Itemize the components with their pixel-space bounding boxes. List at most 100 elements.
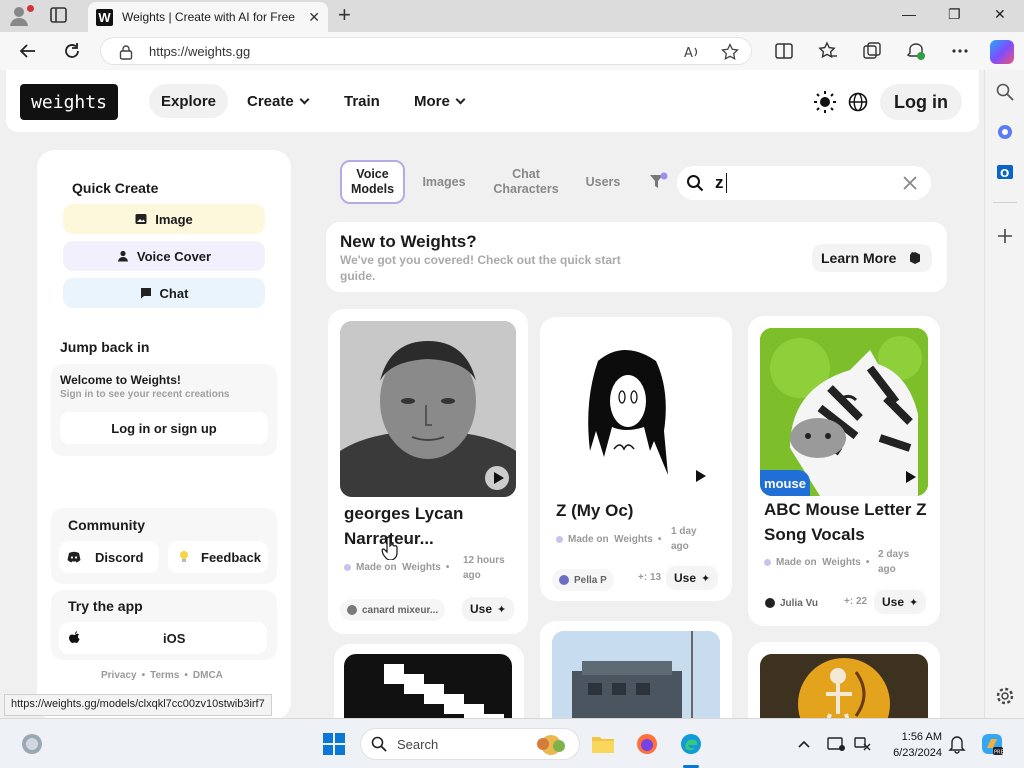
refresh-icon[interactable]	[62, 41, 82, 61]
notification-bell-icon[interactable]	[948, 732, 966, 756]
file-explorer-icon[interactable]	[591, 732, 615, 756]
model-thumbnail[interactable]	[760, 654, 928, 718]
footer-links: Privacy • Terms • DMCA	[101, 670, 223, 681]
play-icon[interactable]	[687, 464, 711, 488]
extensions-icon[interactable]	[906, 41, 926, 61]
quick-create-chat-button[interactable]: Chat	[63, 278, 265, 308]
globe-language-icon[interactable]	[848, 92, 868, 112]
lock-icon[interactable]	[119, 44, 133, 60]
profile-icon[interactable]	[8, 4, 34, 28]
model-card[interactable]	[748, 642, 940, 718]
login-signup-button[interactable]: Log in or sign up	[60, 412, 268, 444]
play-icon[interactable]	[485, 466, 509, 490]
tab-users[interactable]: Users	[578, 160, 628, 204]
status-dot	[556, 536, 563, 543]
copilot-taskbar-icon[interactable]: PRE	[980, 732, 1004, 756]
split-screen-icon[interactable]	[774, 41, 794, 61]
model-thumbnail[interactable]	[554, 331, 718, 495]
minimize-icon[interactable]: —	[902, 6, 916, 22]
quick-create-image-button[interactable]: Image	[63, 204, 265, 234]
time-line: ago	[878, 564, 896, 575]
model-card[interactable]: Z (My Oc) Made on Weights • 1 day ago Pell…	[540, 317, 732, 601]
maximize-icon[interactable]: ❐	[948, 6, 961, 23]
feedback-button[interactable]: Feedback	[168, 541, 268, 573]
network-icon[interactable]	[852, 732, 872, 756]
close-window-icon[interactable]: ✕	[994, 6, 1006, 23]
learn-more-button[interactable]: Learn More	[812, 244, 932, 272]
browser-tab-bar: W Weights | Create with AI for Free ✕ + …	[0, 0, 1024, 32]
model-card[interactable]	[540, 621, 732, 718]
chevron-up-icon[interactable]	[795, 732, 813, 756]
system-clock[interactable]: 1:56 AM 6/23/2024	[884, 729, 942, 761]
login-button[interactable]: Log in	[880, 84, 962, 120]
firefox-icon[interactable]	[635, 732, 659, 756]
address-bar[interactable]: https://weights.gg A	[100, 37, 752, 65]
nav-more[interactable]: More	[402, 84, 476, 118]
dmca-link[interactable]: DMCA	[193, 670, 223, 681]
model-time: 12 hours ago	[463, 553, 505, 583]
ios-app-button[interactable]: iOS	[59, 622, 267, 654]
quick-create-title: Quick Create	[72, 180, 159, 196]
tab-chat-characters[interactable]: Chat Characters	[483, 160, 569, 204]
nav-create[interactable]: Create	[235, 84, 320, 118]
use-button[interactable]: Use ✦	[462, 597, 515, 621]
model-card[interactable]: georges Lycan Narrateur... Made on Weight…	[328, 309, 528, 634]
search-input[interactable]: z	[677, 166, 931, 200]
use-button[interactable]: Use ✦	[874, 590, 927, 614]
privacy-link[interactable]: Privacy	[101, 670, 137, 681]
nav-train[interactable]: Train	[332, 84, 392, 118]
filter-icon[interactable]	[648, 172, 668, 192]
author-chip[interactable]: canard mixeur...	[340, 599, 446, 621]
sparkle-icon: ✦	[497, 603, 507, 616]
favorite-star-icon[interactable]	[721, 43, 739, 61]
model-card[interactable]	[334, 644, 524, 718]
url-text[interactable]: https://weights.gg	[149, 44, 250, 59]
collections-icon[interactable]	[862, 41, 882, 61]
made-on-label: Made on	[356, 562, 397, 573]
edge-browser-icon[interactable]	[679, 732, 703, 756]
chevron-down-icon	[299, 94, 310, 104]
tab-images[interactable]: Images	[412, 160, 476, 204]
author-chip[interactable]: Julia Vu	[758, 592, 825, 614]
search-icon[interactable]	[995, 82, 1015, 102]
taskbar-search-input[interactable]: Search	[360, 728, 580, 760]
copilot-apps-icon[interactable]	[995, 122, 1015, 142]
add-icon[interactable]	[995, 226, 1015, 246]
favorites-icon[interactable]	[818, 41, 838, 61]
clear-search-icon[interactable]	[902, 175, 918, 191]
model-thumbnail[interactable]	[344, 654, 512, 718]
back-icon[interactable]	[18, 41, 38, 61]
outlook-icon[interactable]: O	[995, 162, 1015, 182]
weather-widget-icon[interactable]	[20, 732, 44, 756]
model-thumbnail[interactable]	[552, 631, 720, 718]
more-menu-icon[interactable]	[950, 41, 970, 61]
platform-label: Weights	[614, 534, 653, 545]
usage-count: +: 13	[638, 572, 662, 583]
sidebar-divider	[993, 202, 1017, 203]
terms-link[interactable]: Terms	[150, 670, 179, 681]
model-thumbnail[interactable]	[340, 321, 516, 497]
sun-theme-icon[interactable]	[814, 91, 836, 113]
model-card[interactable]: mouse ABC Mouse Letter Z Song Vocals Made…	[748, 316, 940, 626]
usage-count-value: 22	[855, 596, 868, 607]
logo[interactable]: weights	[20, 84, 118, 120]
discord-button[interactable]: Discord	[59, 541, 159, 573]
tab-voice-models[interactable]: Voice Models	[340, 160, 405, 204]
nav-explore-label: Explore	[161, 92, 217, 110]
model-thumbnail[interactable]: mouse	[760, 328, 928, 496]
settings-gear-icon[interactable]	[995, 686, 1015, 706]
author-chip[interactable]: Pella P	[552, 569, 614, 591]
read-aloud-icon[interactable]: A	[683, 43, 701, 61]
display-icon[interactable]	[826, 732, 846, 756]
windows-start-icon[interactable]	[322, 732, 346, 756]
tab-close-icon[interactable]: ✕	[308, 9, 320, 26]
quick-create-voice-cover-button[interactable]: Voice Cover	[63, 241, 265, 271]
made-on-label: Made on	[776, 557, 817, 568]
new-tab-icon[interactable]: +	[338, 4, 351, 26]
nav-explore[interactable]: Explore	[149, 84, 229, 118]
use-button[interactable]: Use ✦	[666, 566, 719, 590]
copilot-icon[interactable]	[990, 40, 1014, 64]
play-icon[interactable]	[897, 465, 921, 489]
browser-tab-active[interactable]: W Weights | Create with AI for Free ✕	[88, 2, 328, 32]
tab-actions-icon[interactable]	[48, 5, 72, 27]
